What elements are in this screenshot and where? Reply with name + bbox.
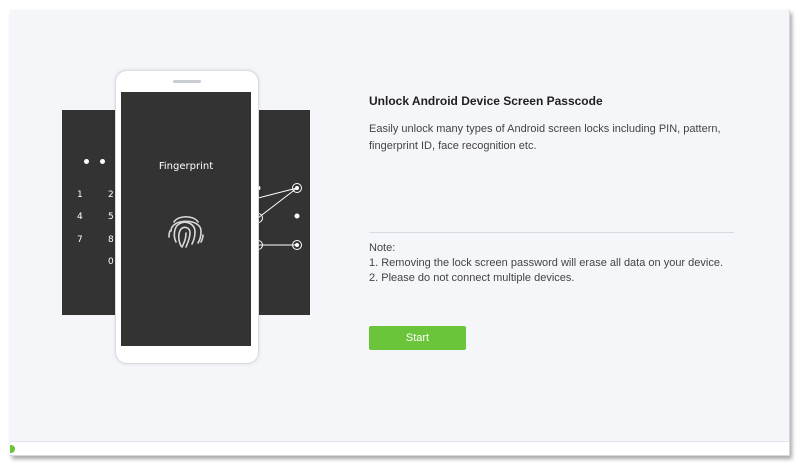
pin-key: 1 [77,190,83,200]
app-window: 1 2 4 5 7 8 0 Fingerprint Unlock Android… [10,10,790,456]
pin-key: 5 [108,212,114,222]
phone-screen: Fingerprint [121,92,251,346]
page-title: Unlock Android Device Screen Passcode [369,94,603,108]
pin-key: 7 [77,235,83,245]
pattern-lock-icon [258,183,302,250]
start-button[interactable]: Start [369,326,466,350]
fingerprint-label: Fingerprint [158,161,214,172]
note-section: Note: 1. Removing the lock screen passwo… [369,241,759,286]
phone-speaker [173,80,201,83]
feature-description: Easily unlock many types of Android scre… [369,123,721,152]
fingerprint-icon [168,215,204,248]
pin-key: 8 [108,235,114,245]
divider [369,232,734,233]
note-item: 2. Please do not connect multiple device… [369,272,575,284]
pin-entry-dot [100,159,105,164]
pin-key: 4 [77,212,83,222]
pin-key: 0 [108,257,114,267]
pin-lock-panel: 1 2 4 5 7 8 0 [62,110,122,315]
pin-key: 2 [108,190,114,200]
status-indicator-icon [10,445,15,453]
phone-mockup: Fingerprint [115,70,259,364]
note-item: 1. Removing the lock screen password wil… [369,257,724,269]
note-heading: Note: [369,242,396,254]
pattern-lock-panel [258,110,310,315]
pin-entry-dot [84,159,89,164]
footer-bar [10,441,789,455]
